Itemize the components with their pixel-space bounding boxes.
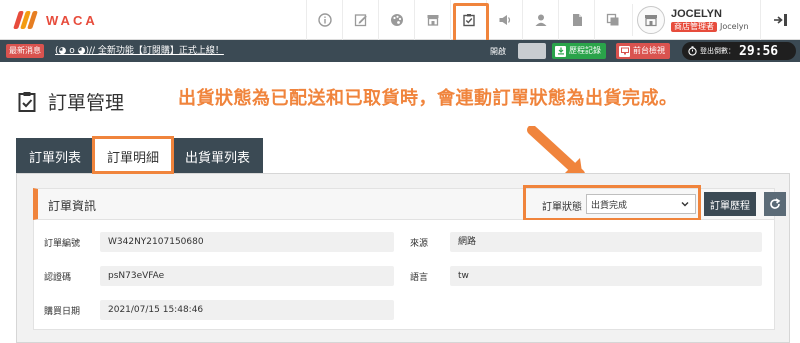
source-label: 來源 [410, 239, 429, 249]
stopwatch-icon [688, 46, 697, 56]
annotation-callout: 出貨狀態為已配送和已取貨時，會連動訂單狀態為出貨完成。 [178, 88, 678, 109]
refresh-button[interactable] [764, 192, 786, 216]
front-view-label: 前台檢視 [633, 46, 665, 55]
user-sub-row: 商店管理者 Jocelyn [671, 21, 749, 32]
language-label: 語言 [410, 273, 429, 283]
order-check-icon[interactable] [450, 0, 489, 47]
order-number-label: 訂單編號 [44, 239, 81, 249]
history-record-label: 歷程記錄 [569, 46, 601, 55]
refresh-icon [770, 198, 781, 209]
history-record-button[interactable]: 歷程記錄 [552, 43, 606, 59]
news-bar: 最新消息 (◕ o ◕)// 全新功能【訂閱購】正式上線！ 開啟 歷程記錄 前台… [0, 40, 800, 62]
waca-logo[interactable]: WACA [13, 8, 98, 32]
order-status-select[interactable]: 出貨完成 [586, 194, 696, 214]
source-value: 網路 [450, 232, 762, 252]
auth-code-value: psN73eVFAe [100, 266, 394, 286]
auth-code-label: 認證碼 [44, 273, 72, 283]
user-info: JOCELYN 商店管理者 Jocelyn [671, 7, 749, 32]
order-info-body: 訂單編號 W342NY2107150680 來源 網路 認證碼 psN73eVF… [33, 220, 775, 330]
edit-icon[interactable] [342, 0, 378, 40]
timer-value: 29:56 [739, 43, 779, 59]
order-status-group: 訂單狀態 出貨完成 [523, 185, 701, 221]
top-icon-nav [306, 0, 630, 47]
monitor-icon [619, 45, 630, 57]
tab-order-list[interactable]: 訂單列表 [16, 138, 95, 174]
copy-icon[interactable] [594, 0, 630, 40]
page-title: 訂單管理 [48, 92, 125, 114]
order-number-value: W342NY2107150680 [100, 232, 394, 252]
purchase-date-value: 2021/07/15 15:48:46 [100, 300, 394, 320]
username: Jocelyn [720, 21, 749, 31]
tab-order-detail[interactable]: 訂單明細 [92, 136, 175, 174]
order-detail-panel: 訂單資訊 訂單狀態 出貨完成 訂單歷程 訂單編號 W342NY210715068… [16, 173, 790, 343]
palette-icon[interactable] [378, 0, 414, 40]
tab-label: 出貨單列表 [185, 150, 251, 166]
document-icon[interactable] [558, 0, 594, 40]
logo-mark-icon [13, 9, 38, 31]
store-avatar-icon [637, 6, 665, 34]
brand-name: WACA [46, 12, 98, 28]
open-label: 開啟 [490, 47, 506, 56]
order-check-icon [18, 91, 36, 112]
tab-label: 訂單列表 [29, 150, 82, 166]
tab-label: 訂單明細 [107, 150, 160, 166]
purchase-date-label: 購買日期 [44, 307, 81, 317]
language-value: tw [450, 266, 762, 286]
front-view-button[interactable]: 前台檢視 [616, 43, 670, 59]
order-tabs: 訂單列表 訂單明細 出貨單列表 [16, 136, 264, 174]
news-badge: 最新消息 [6, 44, 44, 58]
user-menu[interactable]: JOCELYN 商店管理者 Jocelyn [632, 4, 749, 36]
order-info-header: 訂單資訊 訂單狀態 出貨完成 訂單歷程 [33, 185, 786, 221]
order-history-button[interactable]: 訂單歷程 [704, 192, 756, 216]
info-icon[interactable] [306, 0, 342, 40]
chevron-down-icon [681, 202, 689, 207]
logout-timer: 登出倒數： 29:56 [682, 42, 796, 60]
order-info-title: 訂單資訊 [48, 199, 97, 213]
order-status-label: 訂單狀態 [542, 202, 582, 213]
tab-shipment-list[interactable]: 出貨單列表 [172, 138, 264, 174]
download-icon [555, 45, 566, 57]
user-icon[interactable] [522, 0, 558, 40]
page-header: 訂單管理 [18, 88, 124, 115]
store-icon[interactable] [414, 0, 450, 40]
order-history-label: 訂單歷程 [710, 200, 750, 212]
news-link[interactable]: (◕ o ◕)// 全新功能【訂閱購】正式上線！ [55, 44, 224, 58]
order-status-value: 出貨完成 [591, 200, 628, 211]
top-bar: WACA JOCELYN 商店管理者 Jocelyn [0, 0, 800, 47]
logout-icon[interactable] [760, 0, 800, 40]
timer-label: 登出倒數： [700, 47, 735, 55]
role-badge: 商店管理者 [671, 21, 717, 32]
megaphone-icon[interactable] [486, 0, 522, 40]
open-toggle[interactable] [518, 43, 546, 59]
user-display-name: JOCELYN [671, 7, 722, 20]
